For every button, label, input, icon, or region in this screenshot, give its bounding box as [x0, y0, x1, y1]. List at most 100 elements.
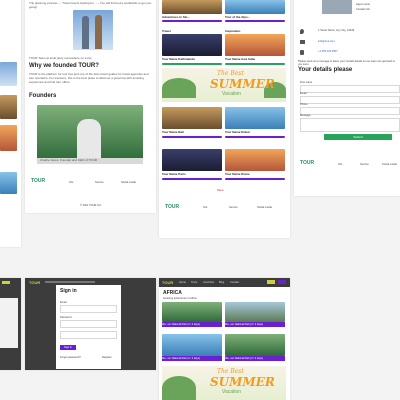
field-label-phone: Phone — [300, 103, 308, 106]
tour-card-3-bar[interactable] — [162, 136, 222, 138]
mail-icon — [300, 40, 305, 44]
footer-col-info[interactable]: Info — [338, 163, 342, 166]
footer-col-service[interactable]: Service — [229, 206, 238, 209]
tour-card-1-image[interactable] — [162, 34, 222, 56]
nav-contact[interactable]: Contact — [230, 281, 239, 284]
founders-heading: Founders — [29, 93, 57, 99]
africa-title: AFRICA — [163, 290, 182, 296]
tour-card-3-image[interactable] — [162, 107, 222, 129]
tour-card-2-title: Tour Name Goa India — [225, 57, 255, 61]
africa-card-3-title[interactable]: Ma...sur National Park (2 / 2 days) — [162, 356, 222, 361]
tour-card-6-image[interactable] — [225, 149, 285, 171]
footer-logo[interactable]: TOUR — [31, 178, 45, 184]
email-label: Email — [60, 301, 67, 304]
submit-button[interactable]: Submit — [324, 134, 392, 140]
nav-home[interactable]: Home — [179, 281, 186, 284]
field-label-email: Email — [300, 92, 307, 95]
signin-nav — [45, 281, 95, 283]
africa-logo[interactable]: TOUR — [162, 280, 173, 285]
person-figure-2 — [95, 15, 102, 49]
tour-card-3-title: Tour Name Bali — [162, 130, 184, 134]
tour-card-4-image[interactable] — [225, 107, 285, 129]
tour-card-6-bar[interactable] — [225, 178, 285, 180]
signin-email-field[interactable] — [60, 305, 117, 313]
footer-logo[interactable]: TOUR — [300, 160, 314, 166]
signin-extra-field[interactable] — [60, 331, 117, 339]
africa-card-1-image[interactable] — [162, 302, 222, 322]
africa-card-4-title[interactable]: Ma...sur National Park (2 / 2 days) — [225, 356, 285, 361]
africa-card-2-image[interactable] — [225, 302, 285, 322]
field-label-message: Message — [300, 114, 311, 117]
partial-photo-2 — [0, 95, 17, 119]
footer-col-social[interactable]: Social media — [382, 163, 397, 166]
nav-tours[interactable]: Tours — [191, 281, 197, 284]
africa-summer-banner[interactable]: The Best SUMMER Vacation — [162, 366, 286, 400]
signin-card: Sign in Email Password Sign in Forgot pa… — [56, 285, 121, 369]
footer-col-service[interactable]: Service — [360, 163, 369, 166]
phone-icon — [300, 50, 304, 55]
tour-card-2-price-bar[interactable] — [225, 63, 285, 65]
africa-card-2-title[interactable]: Ma...sur National Park (2 / 2 days) — [225, 322, 285, 327]
nav-countries[interactable]: Countries — [203, 281, 214, 284]
top-card-1-bar — [162, 20, 222, 22]
footer-col-info[interactable]: Info — [203, 206, 207, 209]
footer-col-service[interactable]: Service — [95, 181, 104, 184]
founder-caption: Charlie Jones, Founder and CEO of TOUR — [40, 158, 97, 162]
dark-partial-page — [0, 278, 21, 370]
africa-palm-left — [162, 376, 196, 400]
phone-field[interactable] — [300, 107, 400, 115]
top-card-2[interactable] — [225, 0, 285, 14]
signin-password-field[interactable] — [60, 320, 117, 328]
partial-card — [0, 298, 18, 348]
footer-col-social[interactable]: Social media — [257, 206, 272, 209]
why-text: TOUR is the platform for tour tips and o… — [29, 72, 149, 84]
first-name-field[interactable] — [300, 85, 400, 93]
header-button[interactable] — [267, 280, 275, 284]
password-label: Password — [60, 316, 72, 319]
contact-email[interactable]: info@tour.com — [318, 40, 335, 43]
tour-card-5-image[interactable] — [162, 149, 222, 171]
tour-card-4-bar[interactable] — [225, 136, 285, 138]
banner-line1: The Best — [217, 70, 244, 77]
banner-line2: SUMMER — [210, 77, 275, 91]
message-field[interactable] — [300, 118, 400, 132]
summer-banner[interactable]: The Best SUMMER Vacation — [162, 68, 286, 102]
email-field[interactable] — [300, 96, 400, 104]
africa-card-4-image[interactable] — [225, 334, 285, 356]
banner-line3: Vacation — [222, 91, 242, 97]
tour-card-6-title: Tour Name Rome — [225, 172, 250, 176]
tour-card-4-title: Tour Name Dubai — [225, 130, 250, 134]
tour-card-2-image[interactable] — [225, 34, 285, 56]
footer-logo[interactable]: TOUR — [165, 204, 179, 210]
signin-logo[interactable]: TOUR — [29, 280, 40, 285]
forgot-password-link[interactable]: Forgot password? — [60, 356, 81, 359]
team-photo — [73, 10, 113, 50]
header-button-2[interactable] — [278, 280, 286, 284]
founder-caption-bar: Charlie Jones, Founder and CEO of TOUR — [37, 158, 143, 164]
partial-photo-1 — [0, 62, 17, 86]
top-card-2-label: Tour of the Alps... — [225, 15, 251, 19]
partial-logo — [2, 281, 10, 284]
africa-banner-line3: Vacation — [222, 389, 242, 395]
africa-banner-line2: SUMMER — [210, 375, 275, 389]
more-link[interactable]: More — [217, 188, 224, 192]
nav-blog[interactable]: Blog — [219, 281, 224, 284]
listing-page: Adventures in Slo... Tour of the Alps...… — [159, 0, 290, 238]
footer-col-info[interactable]: Info — [69, 181, 73, 184]
section-inspiration: Inspiration — [225, 29, 241, 33]
footer-col-social[interactable]: Social media — [121, 181, 136, 184]
africa-card-3-image[interactable] — [162, 334, 222, 356]
top-card-2-bar — [225, 20, 285, 22]
tour-card-5-bar[interactable] — [162, 178, 222, 180]
africa-card-1-title[interactable]: Ma...sur National Park (2 / 2 days) — [162, 322, 222, 327]
africa-subtitle: Amazing adventures in Africa — [163, 297, 197, 300]
breadcrumb: Trip planning process → Travel lovers lo… — [29, 1, 152, 9]
register-link[interactable]: Register — [102, 356, 112, 359]
top-card-1[interactable] — [162, 0, 222, 14]
signin-button[interactable]: Sign in — [60, 345, 76, 350]
africa-banner-line1: The Best — [217, 368, 244, 375]
contact-phone[interactable]: +1 555 123 4567 — [318, 50, 338, 53]
tour-card-1-price-bar[interactable] — [162, 63, 222, 65]
agent-line-1: Agent name — [356, 3, 370, 6]
contact-intro: Please send us a message or leave your c… — [298, 60, 395, 66]
